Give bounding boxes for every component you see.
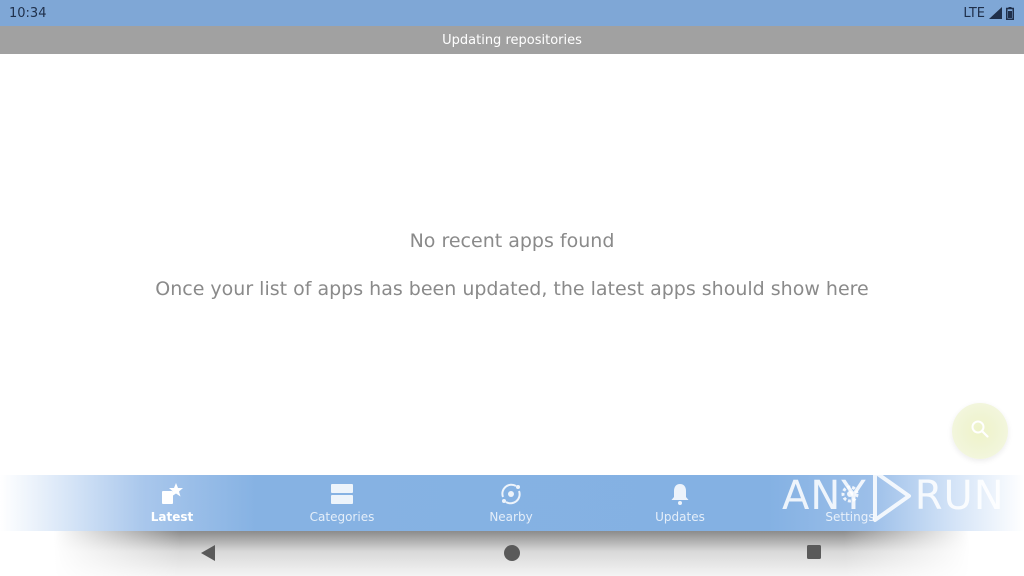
empty-state-subtitle: Once your list of apps has been updated,… (155, 278, 869, 300)
status-bar: 10:34 LTE (0, 0, 1024, 26)
back-icon[interactable] (200, 544, 216, 566)
play-logo-icon (867, 468, 915, 524)
system-navigation-bar (0, 531, 1024, 576)
anyrun-watermark: ANY RUN (782, 466, 1005, 526)
watermark-text-right: RUN (914, 473, 1005, 519)
categories-icon (330, 482, 354, 506)
nav-label-categories: Categories (309, 510, 375, 524)
empty-state-title: No recent apps found (409, 230, 615, 252)
nav-item-categories[interactable]: Categories (282, 475, 402, 531)
watermark-text-left: ANY (782, 473, 867, 519)
nav-label-latest: Latest (150, 510, 194, 524)
search-fab-button[interactable] (952, 403, 1008, 459)
nav-item-updates[interactable]: Updates (620, 475, 740, 531)
nearby-icon (499, 482, 523, 506)
nav-label-updates: Updates (655, 510, 705, 524)
status-time: 10:34 (9, 5, 47, 21)
status-icons: LTE (963, 6, 1014, 21)
network-type: LTE (963, 5, 985, 21)
empty-state: No recent apps found Once your list of a… (0, 226, 1024, 304)
banner-text: Updating repositories (442, 32, 582, 48)
latest-icon (160, 482, 184, 506)
search-icon (970, 419, 990, 443)
signal-icon (989, 7, 1002, 19)
nav-label-nearby: Nearby (489, 510, 533, 524)
bell-icon (668, 482, 692, 506)
updating-repositories-banner: Updating repositories (0, 26, 1024, 54)
nav-item-latest[interactable]: Latest (112, 475, 232, 531)
recents-icon[interactable] (806, 544, 822, 564)
battery-icon (1006, 6, 1014, 20)
nav-item-nearby[interactable]: Nearby (451, 475, 571, 531)
home-icon[interactable] (503, 544, 521, 566)
